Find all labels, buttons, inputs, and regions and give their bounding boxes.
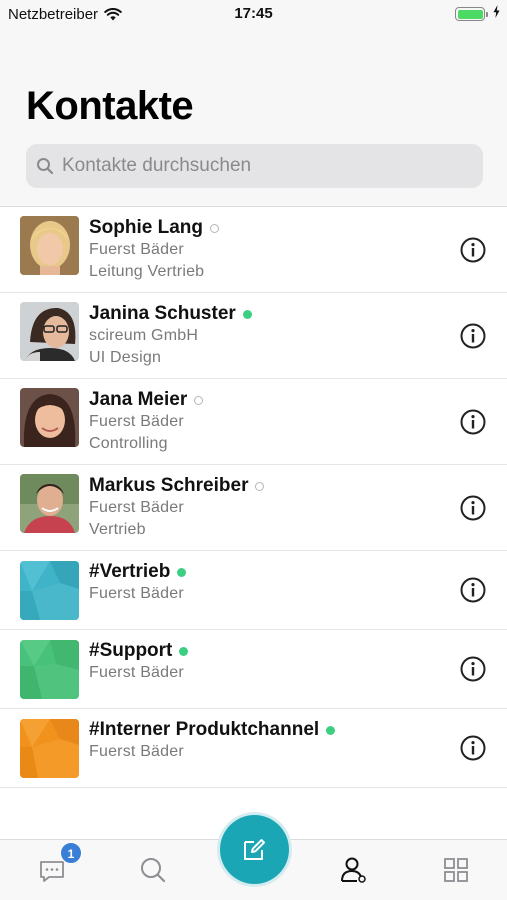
info-icon[interactable] (459, 236, 487, 264)
channel-name: #Vertrieb (89, 561, 171, 582)
contact-role: UI Design (89, 349, 162, 366)
status-indicator-offline (194, 395, 204, 405)
page-title: Kontakte (26, 84, 194, 128)
status-indicator-online (242, 309, 252, 319)
info-icon[interactable] (459, 494, 487, 522)
charging-icon (493, 5, 500, 18)
tab-chats[interactable]: 1 (36, 842, 82, 886)
contact-role: Leitung Vertrieb (89, 263, 205, 280)
contact-row[interactable]: Janina Schuster scireum GmbH UI Design (0, 293, 507, 379)
search-icon (37, 158, 54, 175)
battery-fill (457, 9, 483, 19)
status-indicator-online (326, 725, 336, 735)
channel-name: #Support (89, 640, 173, 661)
contact-company: scireum GmbH (89, 327, 199, 344)
contact-details: Sophie Lang Fuerst Bäder Leitung Vertrie… (89, 217, 219, 283)
channel-company: Fuerst Bäder (89, 585, 184, 602)
tab-search[interactable] (137, 854, 169, 886)
avatar (20, 302, 79, 361)
avatar (20, 216, 79, 275)
channel-name: #Interner Produktchannel (89, 719, 320, 740)
channel-details: #Support Fuerst Bäder (89, 640, 189, 684)
status-indicator-online (179, 646, 189, 656)
status-indicator-offline (210, 223, 219, 233)
battery-icon (455, 7, 488, 21)
contact-details: Janina Schuster scireum GmbH UI Design (89, 303, 252, 369)
contact-company: Fuerst Bäder (89, 241, 184, 258)
contact-role: Vertrieb (89, 521, 146, 538)
contact-name: Sophie Lang (89, 217, 203, 238)
contact-details: Jana Meier Fuerst Bäder Controlling (89, 389, 204, 455)
channel-avatar (20, 561, 79, 620)
channel-details: #Interner Produktchannel Fuerst Bäder (89, 719, 336, 763)
tab-apps[interactable] (440, 854, 472, 886)
channel-row[interactable]: #Vertrieb Fuerst Bäder (0, 551, 507, 630)
contact-list: Sophie Lang Fuerst Bäder Leitung Vertrie… (0, 207, 507, 788)
info-icon[interactable] (459, 576, 487, 604)
status-indicator-offline (255, 481, 265, 491)
contact-name: Janina Schuster (89, 303, 236, 324)
contact-company: Fuerst Bäder (89, 499, 184, 516)
contact-details: Markus Schreiber Fuerst Bäder Vertrieb (89, 475, 265, 541)
info-icon[interactable] (459, 655, 487, 683)
avatar (20, 474, 79, 533)
clock: 17:45 (234, 5, 273, 22)
avatar (20, 388, 79, 447)
search-input[interactable] (62, 155, 462, 177)
unread-badge: 1 (60, 842, 82, 864)
channel-row[interactable]: #Interner Produktchannel Fuerst Bäder (0, 709, 507, 788)
contact-row[interactable]: Markus Schreiber Fuerst Bäder Vertrieb (0, 465, 507, 551)
info-icon[interactable] (459, 322, 487, 350)
contact-role: Controlling (89, 435, 168, 452)
compose-icon (244, 839, 265, 860)
grid-icon (444, 858, 468, 882)
channel-avatar (20, 719, 79, 778)
search-bar[interactable] (26, 144, 483, 188)
search-icon (141, 858, 166, 883)
info-icon[interactable] (459, 734, 487, 762)
channel-row[interactable]: #Support Fuerst Bäder (0, 630, 507, 709)
channel-avatar (20, 640, 79, 699)
channel-details: #Vertrieb Fuerst Bäder (89, 561, 187, 605)
contact-row[interactable]: Jana Meier Fuerst Bäder Controlling (0, 379, 507, 465)
status-bar: Netzbetreiber 17:45 (0, 0, 507, 28)
contact-name: Jana Meier (89, 389, 188, 410)
contact-company: Fuerst Bäder (89, 413, 184, 430)
contact-name: Markus Schreiber (89, 475, 249, 496)
channel-company: Fuerst Bäder (89, 664, 184, 681)
channel-company: Fuerst Bäder (89, 743, 184, 760)
contact-row[interactable]: Sophie Lang Fuerst Bäder Leitung Vertrie… (0, 207, 507, 293)
status-indicator-online (177, 567, 187, 577)
contacts-icon (341, 857, 366, 883)
tab-contacts[interactable] (337, 854, 369, 886)
info-icon[interactable] (459, 408, 487, 436)
compose-button[interactable] (220, 815, 289, 884)
